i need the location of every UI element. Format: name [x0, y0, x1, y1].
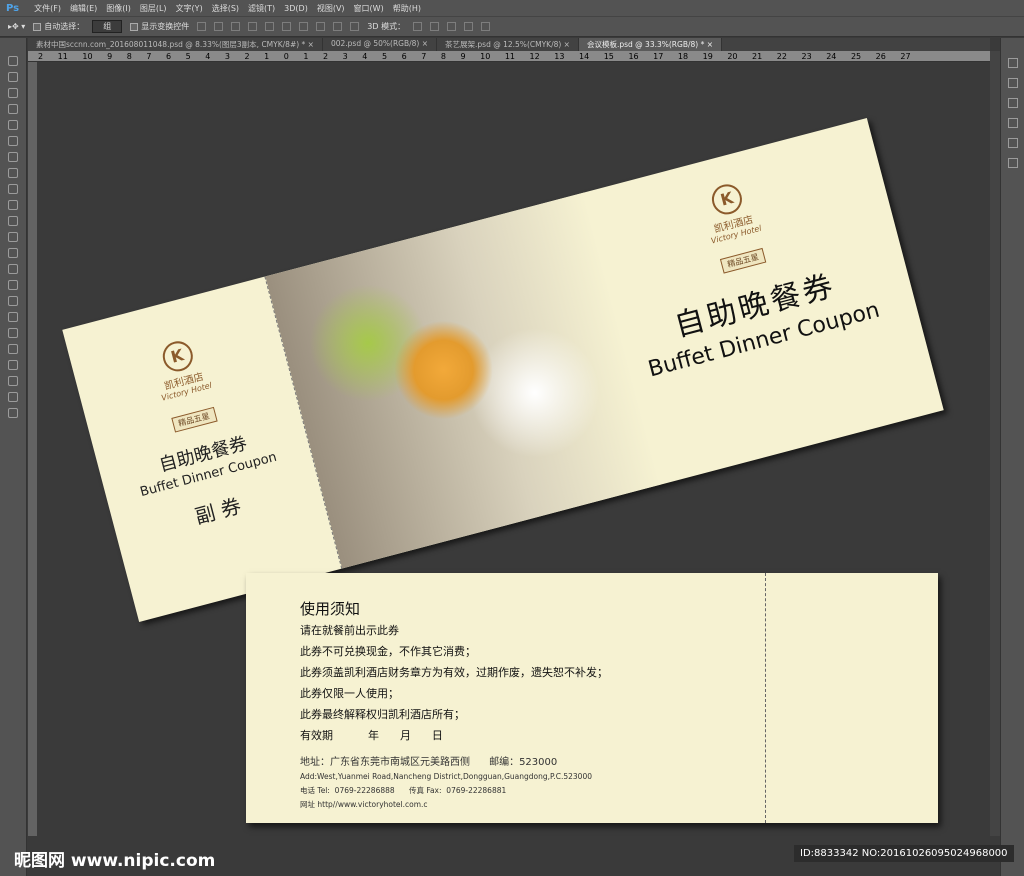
distribute-icon[interactable] — [333, 22, 343, 31]
move-tool-icon[interactable] — [8, 56, 18, 66]
menu-view[interactable]: 视图(V) — [317, 3, 345, 14]
3d-scale-icon[interactable] — [481, 22, 491, 31]
menu-layer[interactable]: 图层(L) — [140, 3, 167, 14]
checkbox-icon — [130, 22, 139, 31]
auto-select-checkbox[interactable]: 自动选择： — [33, 21, 84, 32]
options-bar: ▸✥ ▾ 自动选择： 组 显示变换控件 3D 模式： — [0, 16, 1024, 37]
horizontal-ruler: 2 11 10 9 8 7 6 5 4 3 2 1 0 1 2 3 4 5 6 … — [28, 51, 990, 62]
photoshop-logo: Ps — [6, 2, 20, 14]
quick-mask-icon[interactable] — [8, 392, 18, 402]
align-right-icon[interactable] — [282, 22, 292, 31]
menu-type[interactable]: 文字(Y) — [176, 3, 203, 14]
star-badge: 精品五星 — [719, 247, 767, 274]
stamp-tool-icon[interactable] — [8, 184, 18, 194]
screen-mode-icon[interactable] — [8, 408, 18, 418]
star-badge: 精品五星 — [170, 406, 218, 433]
align-bottom-icon[interactable] — [231, 22, 241, 31]
auto-align-icon[interactable] — [350, 22, 360, 31]
menu-select[interactable]: 选择(S) — [212, 3, 239, 14]
tab-document[interactable]: 002.psd @ 50%(RGB/8) × — [323, 38, 438, 51]
menu-help[interactable]: 帮助(H) — [393, 3, 421, 14]
type-tool-icon[interactable] — [8, 296, 18, 306]
3d-pan-icon[interactable] — [447, 22, 457, 31]
menu-window[interactable]: 窗口(W) — [354, 3, 384, 14]
crop-tool-icon[interactable] — [8, 120, 18, 130]
perforation-line — [765, 573, 766, 823]
tab-document[interactable]: 素材中国sccnn.com_201608011048.psd @ 8.33%(图… — [28, 38, 323, 51]
menu-file[interactable]: 文件(F) — [34, 3, 61, 14]
show-transform-checkbox[interactable]: 显示变换控件 — [130, 21, 189, 32]
checkbox-icon — [33, 22, 42, 31]
path-select-icon[interactable] — [8, 312, 18, 322]
lasso-tool-icon[interactable] — [8, 88, 18, 98]
move-tool-icon[interactable]: ▸✥ ▾ — [8, 22, 25, 31]
menu-bar: Ps 文件(F) 编辑(E) 图像(I) 图层(L) 文字(Y) 选择(S) 滤… — [0, 0, 1024, 16]
pen-tool-icon[interactable] — [8, 280, 18, 290]
auto-select-dropdown[interactable]: 组 — [92, 20, 123, 33]
align-left-icon[interactable] — [248, 22, 258, 31]
notes-heading: 使用须知 — [300, 600, 361, 618]
character-panel-icon[interactable] — [1007, 118, 1018, 128]
align-top-icon[interactable] — [197, 22, 207, 31]
blur-tool-icon[interactable] — [8, 248, 18, 258]
coupon-front[interactable]: K 凯利酒店 Victory Hotel 精品五星 自助晚餐券 Buffet D… — [62, 118, 944, 622]
usage-notes: 使用须知 请在就餐前出示此券 此券不可兑换现金，不作其它消费； 此券须盖凯利酒店… — [300, 599, 608, 746]
image-id: ID:8833342 NO:20161026095024968000 — [794, 845, 1014, 862]
menu-image[interactable]: 图像(I) — [106, 3, 131, 14]
history-panel-icon[interactable] — [1007, 58, 1018, 68]
shape-tool-icon[interactable] — [8, 328, 18, 338]
eyedropper-tool-icon[interactable] — [8, 136, 18, 146]
notes-rule: 此券最终解释权归凯利酒店所有； — [300, 708, 465, 721]
3d-slide-icon[interactable] — [464, 22, 474, 31]
notes-rule: 此券须盖凯利酒店财务章方为有效，过期作废，遗失恕不补发； — [300, 666, 608, 679]
align-hcenter-icon[interactable] — [265, 22, 275, 31]
dodge-tool-icon[interactable] — [8, 264, 18, 274]
right-panel-dock — [1000, 38, 1024, 876]
tab-document[interactable]: 茶艺展架.psd @ 12.5%(CMYK/8) × — [437, 38, 579, 51]
document-tabs: 素材中国sccnn.com_201608011048.psd @ 8.33%(图… — [28, 38, 990, 51]
coupon-back[interactable]: 使用须知 请在就餐前出示此券 此券不可兑换现金，不作其它消费； 此券须盖凯利酒店… — [246, 573, 938, 823]
3d-mode-label: 3D 模式： — [367, 22, 406, 31]
tab-document-active[interactable]: 会议模板.psd @ 33.3%(RGB/8) * × — [578, 38, 722, 51]
vertical-scrollbar[interactable] — [990, 51, 1000, 836]
brush-tool-icon[interactable] — [8, 168, 18, 178]
bucket-tool-icon[interactable] — [8, 232, 18, 242]
hand-tool-icon[interactable] — [8, 344, 18, 354]
distribute-icon[interactable] — [299, 22, 309, 31]
align-vcenter-icon[interactable] — [214, 22, 224, 31]
notes-rule: 请在就餐前出示此券 — [300, 624, 399, 637]
watermark: 昵图网 www.nipic.com — [14, 851, 216, 871]
3d-panel-icon[interactable] — [1007, 158, 1018, 168]
brush-panel-icon[interactable] — [1007, 78, 1018, 88]
validity-line: 有效期 年 月 日 — [300, 729, 443, 742]
menu-edit[interactable]: 编辑(E) — [70, 3, 97, 14]
3d-roll-icon[interactable] — [430, 22, 440, 31]
contact-info: 地址：广东省东莞市南城区元美路西侧 邮编：523000 Add:West,Yua… — [300, 757, 592, 809]
menu-3d[interactable]: 3D(D) — [284, 4, 308, 13]
paragraph-panel-icon[interactable] — [1007, 138, 1018, 148]
marquee-tool-icon[interactable] — [8, 72, 18, 82]
distribute-icon[interactable] — [316, 22, 326, 31]
zoom-tool-icon[interactable] — [8, 360, 18, 370]
tools-panel — [0, 38, 27, 876]
color-swatch-icon[interactable] — [8, 376, 18, 386]
notes-rule: 此券仅限一人使用； — [300, 687, 399, 700]
eraser-tool-icon[interactable] — [8, 216, 18, 226]
history-brush-icon[interactable] — [8, 200, 18, 210]
menu-filter[interactable]: 滤镜(T) — [248, 3, 275, 14]
adjustments-panel-icon[interactable] — [1007, 98, 1018, 108]
quick-select-tool-icon[interactable] — [8, 104, 18, 114]
3d-rotate-icon[interactable] — [413, 22, 423, 31]
healing-tool-icon[interactable] — [8, 152, 18, 162]
vertical-ruler — [28, 62, 37, 836]
notes-rule: 此券不可兑换现金，不作其它消费； — [300, 645, 476, 658]
